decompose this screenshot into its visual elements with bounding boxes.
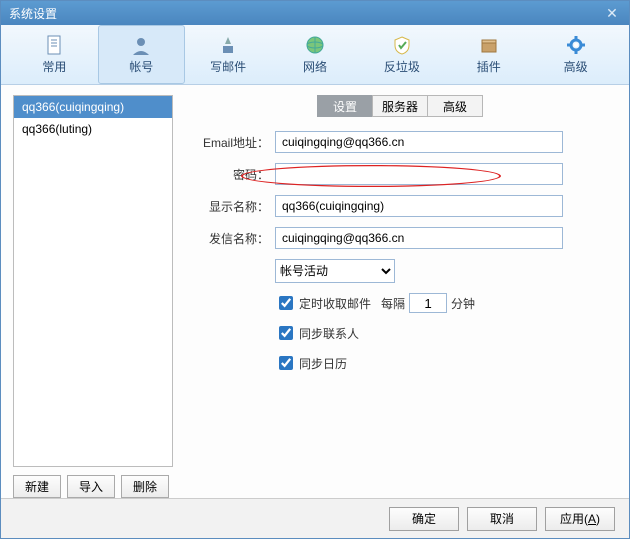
interval-suffix: 分钟 (451, 295, 475, 312)
tool-plugins[interactable]: 插件 (445, 25, 532, 84)
tool-network[interactable]: 网络 (272, 25, 359, 84)
import-button[interactable]: 导入 (67, 475, 115, 498)
sender-label: 发信名称： (187, 230, 275, 247)
sync-calendar-label: 同步日历 (299, 355, 347, 372)
delete-button[interactable]: 删除 (121, 475, 169, 498)
list-item[interactable]: qq366(cuiqingqing) (14, 96, 172, 118)
tool-label: 插件 (477, 58, 501, 75)
inkwell-icon (217, 34, 239, 56)
tool-account[interactable]: 帐号 (98, 25, 185, 84)
tool-label: 网络 (303, 58, 327, 75)
footer: 确定 取消 应用(A) (1, 498, 629, 538)
sidebar-buttons: 新建 导入 删除 (13, 475, 173, 498)
sync-contacts-label: 同步联系人 (299, 325, 359, 342)
tool-compose[interactable]: 写邮件 (185, 25, 272, 84)
tool-label: 高级 (564, 58, 588, 75)
tool-label: 反垃圾 (384, 58, 420, 75)
globe-icon (304, 34, 326, 56)
interval-checkbox[interactable] (279, 296, 293, 310)
body: qq366(cuiqingqing) qq366(luting) 新建 导入 删… (1, 85, 629, 498)
password-field[interactable] (275, 163, 563, 185)
window-title: 系统设置 (9, 5, 57, 22)
tool-antispam[interactable]: 反垃圾 (358, 25, 445, 84)
shield-icon (391, 34, 413, 56)
titlebar: 系统设置 ✕ (1, 1, 629, 25)
list-item[interactable]: qq366(luting) (14, 118, 172, 140)
user-icon (130, 34, 152, 56)
email-label: Email地址： (187, 134, 275, 151)
tabs: 设置 服务器 高级 (317, 95, 617, 117)
account-status-select[interactable]: 帐号活动 (275, 259, 395, 283)
box-icon (478, 34, 500, 56)
email-field[interactable] (275, 131, 563, 153)
tool-general[interactable]: 常用 (11, 25, 98, 84)
display-name-field[interactable] (275, 195, 563, 217)
tool-advanced[interactable]: 高级 (532, 25, 619, 84)
sidebar: qq366(cuiqingqing) qq366(luting) 新建 导入 删… (13, 95, 173, 498)
password-label: 密码： (187, 166, 275, 183)
content: qq366(cuiqingqing) qq366(luting) 新建 导入 删… (13, 95, 617, 498)
display-label: 显示名称： (187, 198, 275, 215)
account-form: Email地址： 密码： 显示名称： 发信名称： (187, 131, 617, 383)
interval-prefix: 每隔 (381, 295, 405, 312)
main: 设置 服务器 高级 Email地址： 密码： 显示名称： (187, 95, 617, 498)
ok-button[interactable]: 确定 (389, 507, 459, 531)
tool-label: 帐号 (129, 58, 153, 75)
sync-contacts-checkbox[interactable] (279, 326, 293, 340)
sync-calendar-checkbox[interactable] (279, 356, 293, 370)
apply-button[interactable]: 应用(A) (545, 507, 615, 531)
tool-label: 写邮件 (210, 58, 246, 75)
close-icon[interactable]: ✕ (603, 4, 621, 22)
tab-advanced[interactable]: 高级 (427, 95, 483, 117)
tool-label: 常用 (42, 58, 66, 75)
cancel-button[interactable]: 取消 (467, 507, 537, 531)
tab-settings[interactable]: 设置 (317, 95, 373, 117)
account-list[interactable]: qq366(cuiqingqing) qq366(luting) (13, 95, 173, 467)
gear-icon (565, 34, 587, 56)
tab-server[interactable]: 服务器 (372, 95, 428, 117)
toolbar: 常用 帐号 写邮件 网络 反垃圾 (1, 25, 629, 85)
interval-label: 定时收取邮件 (299, 295, 371, 312)
page-icon (43, 34, 65, 56)
new-button[interactable]: 新建 (13, 475, 61, 498)
sender-name-field[interactable] (275, 227, 563, 249)
interval-field[interactable] (409, 293, 447, 313)
settings-window: 系统设置 ✕ 常用 帐号 写邮件 网络 (0, 0, 630, 539)
